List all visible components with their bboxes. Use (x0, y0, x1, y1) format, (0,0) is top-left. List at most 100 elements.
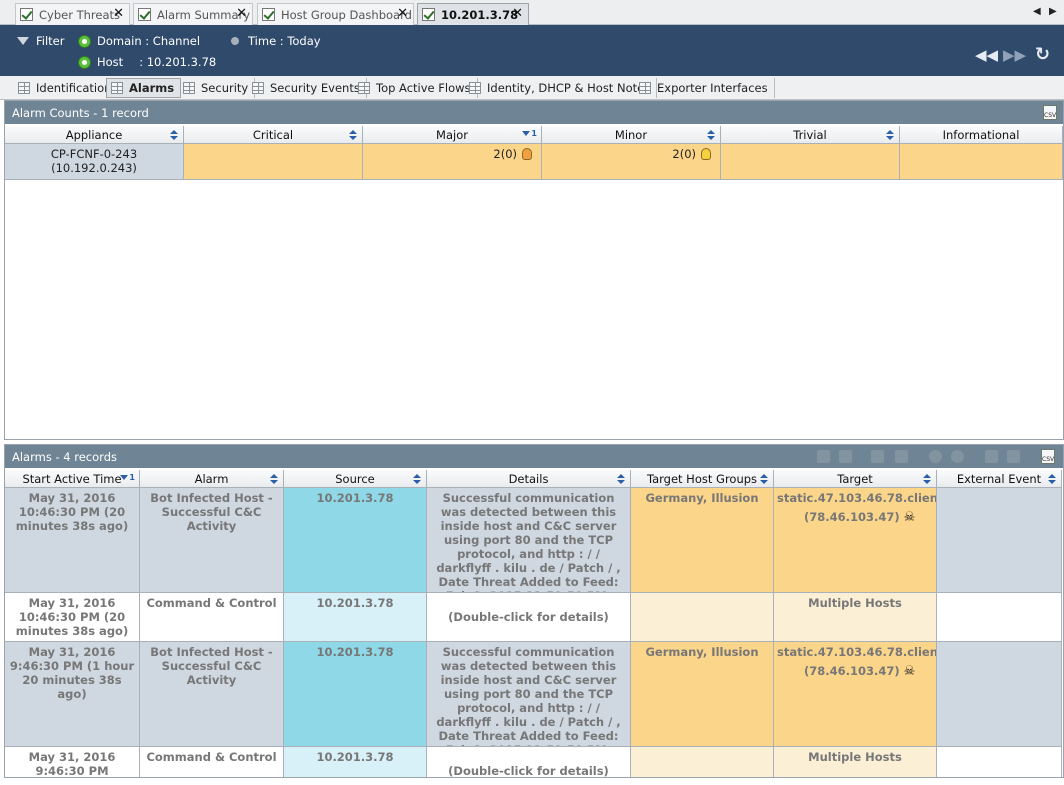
alarm-cell: Bot Infected Host - Successful C&C Activ… (140, 488, 284, 593)
skull-icon: ☠ (903, 510, 916, 525)
tab-security-events[interactable]: Security Events (248, 78, 367, 98)
col-details[interactable]: Details (427, 470, 631, 488)
alarms-title: Alarms - 4 records CSV (5, 445, 1063, 468)
host-filter: Host: 10.201.3.78 (78, 55, 216, 69)
source-cell[interactable]: 10.201.3.78 (284, 488, 427, 593)
document-icon[interactable] (1007, 450, 1020, 463)
col-target[interactable]: Target (774, 470, 937, 488)
major-cell[interactable]: 2(0) (363, 144, 542, 180)
details-cell[interactable]: Successful communication was detected be… (427, 488, 631, 593)
external-event-cell (937, 488, 1062, 593)
check-icon[interactable] (839, 450, 852, 463)
alarm-cell: Command & Control (140, 747, 284, 777)
acknowledge-icon[interactable] (817, 450, 830, 463)
close-icon[interactable]: ✕ (397, 6, 408, 21)
block-icon[interactable] (929, 450, 942, 463)
alarm-counts-header: Appliance Critical Major 1 Minor Trivial … (5, 126, 1063, 144)
refresh-icon[interactable]: ↻ (1035, 44, 1050, 65)
col-source[interactable]: Source (284, 470, 427, 488)
col-start-active-time[interactable]: Start Active Time 1 (5, 470, 140, 488)
col-external-event[interactable]: External Event (937, 470, 1062, 488)
close-icon[interactable]: ✕ (512, 6, 523, 21)
table-row[interactable]: May 31, 2016 9:46:30 PM (1 hour 20 minut… (5, 642, 1062, 747)
details-cell[interactable]: Successful communication was detected be… (427, 642, 631, 747)
close-icon[interactable]: ✕ (113, 6, 124, 21)
external-event-cell (937, 642, 1062, 747)
col-critical[interactable]: Critical (184, 126, 363, 144)
target-cell[interactable]: static.47.103.46.78.clients.you(78.46.10… (774, 488, 937, 593)
source-cell[interactable]: 10.201.3.78 (284, 747, 427, 777)
grid-icon (183, 82, 195, 94)
alarms-header: Start Active Time 1 Alarm Source Details … (5, 470, 1062, 488)
tab-host-10-201-3-78[interactable]: 10.201.3.78 ✕ (417, 3, 529, 25)
col-trivial[interactable]: Trivial (721, 126, 900, 144)
table-row[interactable]: May 31, 2016 10:46:30 PM (20 minutes 38s… (5, 593, 1062, 642)
appliance-cell: CP-FCNF-0-243 (10.192.0.243) (5, 144, 184, 180)
scroll-left-icon[interactable]: ◀ (1033, 6, 1041, 17)
note-icon[interactable] (871, 450, 884, 463)
tab-exporter-interfaces[interactable]: Exporter Interfaces (635, 78, 775, 98)
alarm-cell: Command & Control (140, 593, 284, 642)
grid-icon (252, 82, 264, 94)
grid-icon (18, 82, 30, 94)
time-filter: Time : Today (231, 34, 321, 48)
target-cell[interactable]: Multiple Hosts (774, 747, 937, 777)
tab-alarms[interactable]: Alarms (106, 78, 182, 98)
sort-icon (760, 474, 768, 484)
sort-desc-icon: 1 (120, 473, 135, 482)
minor-cell[interactable]: 2(0) (542, 144, 721, 180)
grid-icon (639, 82, 651, 94)
table-row[interactable]: CP-FCNF-0-243 (10.192.0.243) 2(0) 2(0) (5, 144, 1063, 180)
alarm-counts-title: Alarm Counts - 1 record CSV (5, 101, 1063, 124)
note-edit-icon[interactable] (895, 450, 908, 463)
tab-host-group-dashboard[interactable]: Host Group Dashboard ✕ (257, 3, 414, 25)
target-cell[interactable]: static.47.103.46.78.clients.you(78.46.10… (774, 642, 937, 747)
filter-button[interactable]: Filter (17, 34, 64, 48)
table-row[interactable]: May 31, 2016 9:46:30 PM Command & Contro… (5, 747, 1062, 777)
close-icon[interactable]: ✕ (236, 6, 247, 21)
target-host-groups-cell: Germany, Illusion (631, 642, 774, 747)
col-major[interactable]: Major 1 (363, 126, 542, 144)
col-alarm[interactable]: Alarm (140, 470, 284, 488)
tab-identification[interactable]: Identification (14, 78, 119, 98)
sort-icon (617, 474, 625, 484)
unblock-icon[interactable] (951, 450, 964, 463)
sort-icon (886, 130, 894, 140)
trivial-cell (721, 144, 900, 180)
col-target-host-groups[interactable]: Target Host Groups (631, 470, 774, 488)
col-appliance[interactable]: Appliance (5, 126, 184, 144)
col-informational[interactable]: Informational (900, 126, 1063, 144)
tab-security[interactable]: Security (179, 78, 256, 98)
sort-icon (349, 130, 357, 140)
check-icon (138, 8, 151, 21)
csv-export-icon[interactable]: CSV (1041, 449, 1055, 464)
source-cell[interactable]: 10.201.3.78 (284, 642, 427, 747)
check-icon (262, 8, 275, 21)
start-time-cell: May 31, 2016 9:46:30 PM (1 hour 20 minut… (5, 642, 140, 747)
start-time-cell: May 31, 2016 9:46:30 PM (5, 747, 140, 777)
tab-cyber-threats[interactable]: Cyber Threats ✕ (15, 3, 130, 25)
tab-identity-dhcp-host-notes[interactable]: Identity, DHCP & Host Notes (465, 78, 658, 98)
table-icon[interactable] (985, 450, 998, 463)
filter-header: Filter Domain : Channel Time : Today Hos… (0, 25, 1064, 76)
csv-export-icon[interactable]: CSV (1043, 105, 1057, 120)
scroll-right-icon[interactable]: ▶ (1049, 6, 1057, 17)
rewind-icon[interactable]: ◀◀ (975, 46, 998, 64)
tab-alarm-summary[interactable]: Alarm Summary ✕ (133, 3, 253, 25)
sort-icon (270, 474, 278, 484)
tab-top-active-flows[interactable]: Top Active Flows (354, 78, 478, 98)
details-cell[interactable]: (Double-click for details) (427, 593, 631, 642)
table-row[interactable]: May 31, 2016 10:46:30 PM (20 minutes 38s… (5, 488, 1062, 593)
target-host-groups-cell (631, 747, 774, 777)
target-cell[interactable]: Multiple Hosts (774, 593, 937, 642)
col-minor[interactable]: Minor (542, 126, 721, 144)
details-cell[interactable]: (Double-click for details) (427, 747, 631, 777)
green-refresh-icon (78, 34, 91, 48)
alarm-cell: Bot Infected Host - Successful C&C Activ… (140, 642, 284, 747)
source-cell[interactable]: 10.201.3.78 (284, 593, 427, 642)
fast-forward-icon[interactable]: ▶▶ (1003, 46, 1026, 64)
grid-icon (469, 82, 481, 94)
sort-desc-icon: 1 (522, 129, 537, 138)
alarm-counts-panel: Alarm Counts - 1 record CSV Appliance Cri… (4, 100, 1064, 440)
dot-icon (231, 37, 239, 45)
